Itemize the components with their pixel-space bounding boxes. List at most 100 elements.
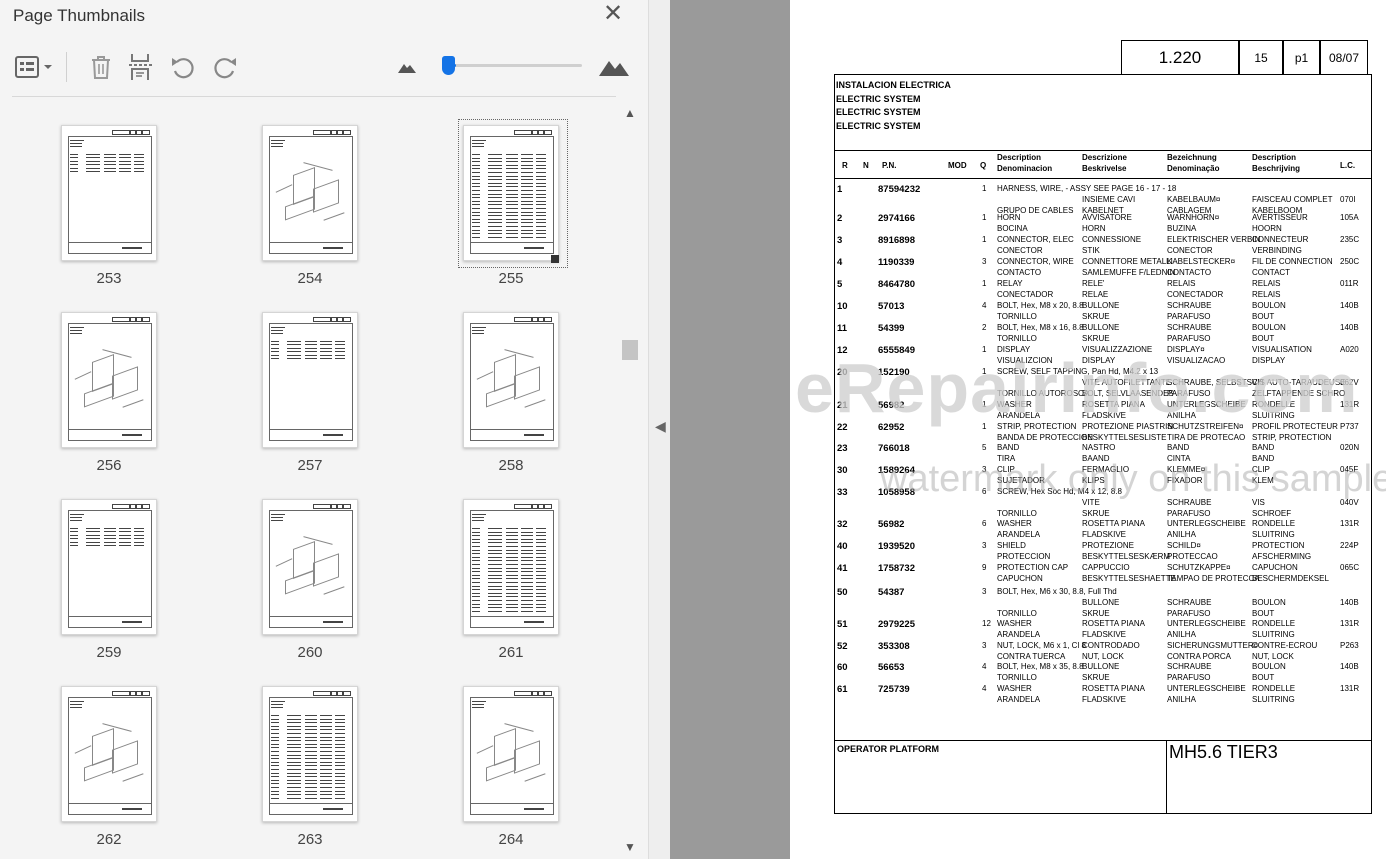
row-ref: 61	[837, 684, 848, 695]
zoom-slider-handle[interactable]	[442, 56, 455, 75]
large-mountain-icon[interactable]	[596, 50, 632, 84]
row-description: ELEKTRISCHER VERBIN	[1167, 235, 1261, 244]
ref-part: p1	[1283, 40, 1320, 75]
insert-pages-icon[interactable]	[126, 50, 156, 84]
column-n: N	[863, 161, 869, 170]
row-ref: 40	[837, 541, 848, 552]
row-description: CONECTOR	[997, 245, 1043, 255]
thumbnail-options-icon[interactable]	[12, 50, 56, 84]
row-description: CONTRA TUERCA	[997, 651, 1066, 661]
column-r: R	[842, 161, 848, 170]
row-description: CONTRA PORCA	[1167, 651, 1232, 661]
row-description: CAPUCHON	[1252, 563, 1298, 572]
row-part-number: 56982	[878, 519, 905, 530]
rotate-counterclockwise-icon[interactable]	[168, 50, 198, 84]
row-description: WARNHORN¤	[1167, 213, 1220, 222]
thumbnail-page-number: 256	[96, 457, 122, 474]
row-quantity: 4	[982, 301, 987, 310]
row-ref: 30	[837, 465, 848, 476]
thumbnail-image	[61, 125, 157, 261]
row-description: WASHER	[997, 619, 1032, 628]
row-description: PROTEZIONE	[1082, 541, 1135, 550]
scrollbar-thumb[interactable]	[622, 340, 638, 360]
footer-rule	[834, 740, 1372, 741]
row-description: RELAIS	[1167, 279, 1196, 288]
row-description: BOULON	[1252, 597, 1286, 607]
row-part-number: 1190339	[878, 257, 915, 268]
row-quantity: 6	[982, 519, 987, 528]
zoom-slider-track[interactable]	[448, 64, 582, 67]
row-description: RELAY	[997, 279, 1023, 288]
scroll-down-icon[interactable]: ▼	[620, 840, 640, 856]
row-description: SLUITRING	[1252, 529, 1295, 539]
row-description: RELE'	[1082, 279, 1105, 288]
row-ref: 41	[837, 563, 848, 574]
row-description: TORNILLO	[997, 333, 1037, 343]
vertical-scrollbar[interactable]: ▲ ▼	[620, 100, 640, 859]
row-description: SCHUTZKAPPE¤	[1167, 563, 1231, 572]
row-part-number: 353308	[878, 641, 910, 652]
row-description: WASHER	[997, 684, 1032, 693]
thumbnail-image	[262, 312, 358, 448]
row-description: TORNILLO	[997, 508, 1037, 518]
row-description: BOCINA	[997, 223, 1028, 233]
row-description: BAND	[1167, 443, 1190, 452]
row-part-number: 1939520	[878, 541, 915, 552]
row-lc-code: 020N	[1340, 443, 1360, 452]
row-description: CAPPUCCIO	[1082, 563, 1130, 572]
row-part-number: 725739	[878, 684, 910, 695]
ref-code: 1.220	[1121, 40, 1239, 75]
row-description: BESCHERMDEKSEL	[1252, 573, 1329, 583]
pdf-viewer: Page Thumbnails ✕ 253 254 255 256 257 25…	[0, 0, 1386, 859]
row-lc-code: 131R	[1340, 619, 1360, 628]
row-description: CONTRE-ECROU	[1252, 641, 1318, 650]
row-description: CONNECTOR, WIRE	[997, 257, 1074, 266]
scroll-up-icon[interactable]: ▲	[620, 106, 640, 122]
row-part-number: 56653	[878, 662, 905, 673]
row-quantity: 3	[982, 541, 987, 550]
row-description: FAISCEAU COMPLET	[1252, 194, 1333, 204]
row-description: SAMLEMUFFE F/LEDNIN	[1082, 267, 1176, 277]
row-description: HORN	[997, 213, 1021, 222]
row-description: ANILHA	[1167, 694, 1196, 704]
row-quantity: 1	[982, 279, 987, 288]
small-mountain-icon[interactable]	[392, 50, 422, 84]
row-description: SCHRAUBE	[1167, 662, 1212, 671]
row-description: PARAFUSO	[1167, 608, 1211, 618]
row-lc-code: 140B	[1340, 323, 1359, 332]
row-ref: 1	[837, 184, 843, 195]
row-description: HOORN	[1252, 223, 1282, 233]
row-description: BAND	[997, 443, 1020, 452]
column-mod: MOD	[948, 161, 967, 170]
rotate-clockwise-icon[interactable]	[210, 50, 240, 84]
column-pn: P.N.	[882, 161, 897, 170]
document-background	[670, 0, 790, 859]
close-icon[interactable]: ✕	[600, 2, 626, 28]
collapse-panel-icon[interactable]: ◀	[655, 418, 666, 436]
row-description: AFSCHERMING	[1252, 551, 1312, 561]
row-description: CAPUCHON	[997, 573, 1043, 583]
row-lc-code: 011R	[1340, 279, 1359, 288]
row-description: BOLT, Hex, M8 x 35, 8.8	[997, 662, 1084, 671]
row-description: BESKYTTELSESHAETTE	[1082, 573, 1176, 583]
footer-section-name: OPERATOR PLATFORM	[837, 744, 939, 754]
thumbnail-image	[463, 499, 559, 635]
thumbnail-list[interactable]: 253 254 255 256 257 258 259 260 261 262 263 264	[0, 100, 620, 859]
row-description: BULLONE	[1082, 323, 1120, 332]
row-description: TAMPAO DE PROTECCA	[1167, 573, 1260, 583]
ref-page-number: 15	[1239, 40, 1283, 75]
row-description: RONDELLE	[1252, 619, 1296, 628]
trash-icon[interactable]	[86, 50, 116, 84]
row-description: PROTECTION	[1252, 541, 1305, 550]
row-description: SHIELD	[997, 541, 1026, 550]
ref-date: 08/07	[1320, 40, 1368, 75]
row-lc-code: 224P	[1340, 541, 1359, 550]
row-description: BOUT	[1252, 333, 1275, 343]
row-description: SKRUE	[1082, 608, 1110, 618]
thumbnail-image	[463, 686, 559, 822]
row-description: SCHILD¤	[1167, 541, 1201, 550]
row-description: BULLONE	[1082, 301, 1120, 310]
thumbnails-toolbar	[0, 42, 648, 94]
row-description: BANDA DE PROTECCION	[997, 432, 1094, 442]
row-quantity: 9	[982, 563, 987, 572]
